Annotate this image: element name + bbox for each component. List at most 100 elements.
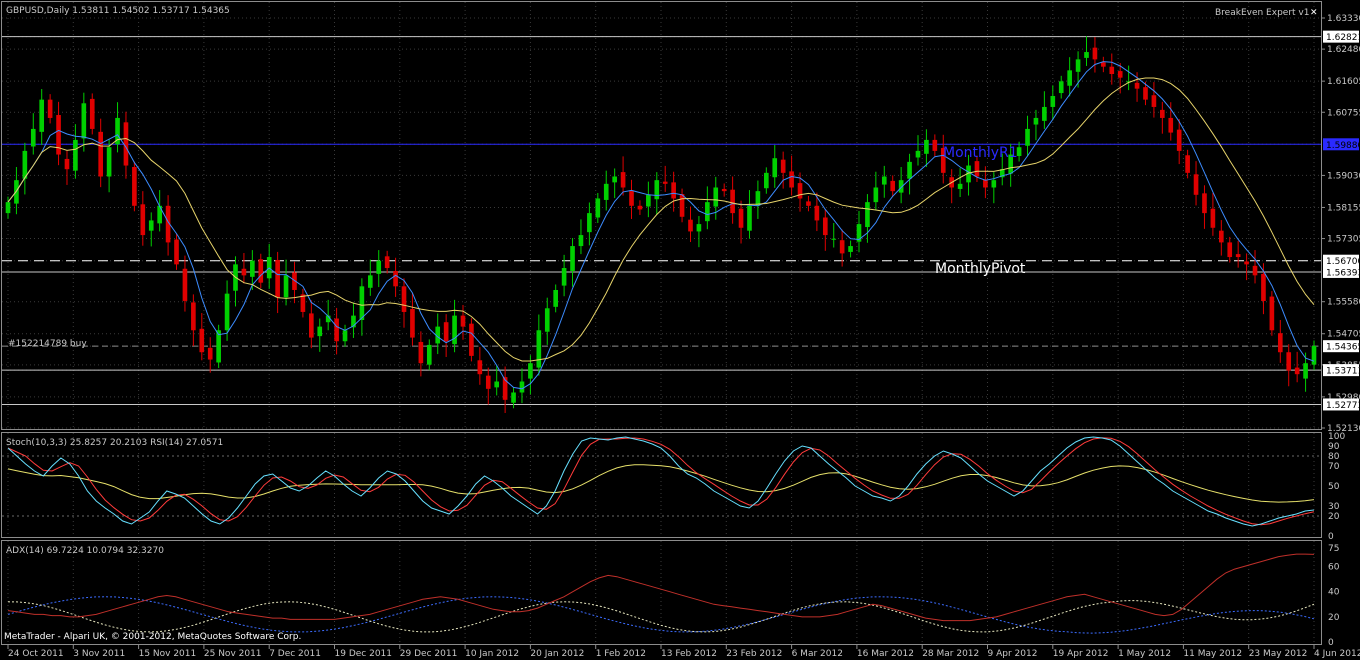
candle-bullish [924, 139, 929, 154]
candle-bullish [907, 161, 912, 179]
time-tick-label: 11 May 2012 [1183, 649, 1242, 659]
candle-bullish [317, 326, 323, 337]
candle-bearish [384, 256, 390, 269]
candle-bearish [932, 139, 938, 151]
time-tick-label: 23 May 2012 [1249, 649, 1308, 659]
candle-bearish [679, 194, 685, 217]
candle-bullish [22, 150, 28, 179]
candle-bearish [241, 268, 247, 276]
candle-bearish [806, 201, 811, 206]
candle-bearish [890, 180, 896, 192]
price-tag-label: 1.56700 [1326, 257, 1360, 267]
stoch-rsi-title: Stoch(10,3,3) 25.8257 20.2103 RSI(14) 27… [6, 438, 223, 448]
monthly-r1-label: MonthlyR1 [943, 145, 1018, 161]
time-tick-label: 20 Jan 2012 [530, 649, 584, 659]
candle-bullish [494, 381, 500, 388]
candle-bearish [89, 98, 95, 129]
candle-bullish [536, 330, 542, 368]
candle-bullish [570, 246, 575, 271]
candle-bearish [1227, 242, 1233, 258]
candle-bearish [1244, 261, 1249, 265]
time-tick-label: 24 Oct 2011 [8, 649, 64, 659]
time-tick-label: 3 Nov 2011 [73, 649, 125, 659]
candle-bearish [275, 259, 280, 298]
time-tick-label: 1 Feb 2012 [596, 649, 646, 659]
candle-bullish [654, 180, 660, 200]
candle-bullish [646, 194, 651, 207]
price-tag-label: 1.59880 [1326, 141, 1360, 151]
candle-bullish [81, 103, 87, 139]
candle-bullish [848, 246, 853, 252]
monthly-pivot-label: MonthlyPivot [935, 261, 1026, 277]
candle-bullish [764, 172, 769, 189]
candle-bearish [393, 270, 398, 287]
candle-bearish [1117, 71, 1123, 78]
candle-bearish [1193, 174, 1199, 195]
candle-bullish [106, 147, 112, 177]
candle-bearish [443, 322, 449, 342]
candle-bearish [1235, 254, 1241, 258]
candle-bullish [519, 381, 525, 393]
candle-bullish [5, 202, 11, 214]
candle-bullish [553, 289, 558, 307]
candle-bullish [696, 224, 702, 232]
close-x-icon[interactable]: ✕ [1310, 8, 1318, 18]
price-tick-label: 1.63330 [1327, 14, 1360, 24]
candle-bearish [789, 171, 794, 188]
stoch-tick-label: 20 [1328, 512, 1340, 522]
time-tick-label: 15 Nov 2011 [139, 649, 197, 659]
time-tick-label: 16 Mar 2012 [857, 649, 914, 659]
candle-bullish [578, 235, 584, 247]
candle-bullish [595, 198, 601, 218]
adx-tick-label: 75 [1328, 544, 1339, 554]
candle-bearish [730, 189, 735, 214]
price-tick-label: 1.62480 [1327, 45, 1360, 55]
candle-bearish [1160, 109, 1165, 118]
candle-bearish [780, 159, 786, 173]
stoch-tick-label: 100 [1328, 432, 1345, 442]
candle-bullish [426, 344, 432, 365]
candle-bearish [1261, 273, 1266, 301]
candle-bearish [1151, 95, 1157, 107]
stoch-tick-label: 0 [1328, 532, 1334, 542]
price-tick-label: 1.59030 [1327, 171, 1360, 181]
candle-bullish [544, 308, 550, 332]
price-tick-label: 1.58155 [1327, 203, 1360, 213]
candle-bearish [174, 239, 179, 265]
stoch-tick-label: 70 [1328, 462, 1340, 472]
candle-bullish [1303, 363, 1308, 379]
candle-bullish [224, 293, 230, 331]
candle-bullish [561, 268, 567, 286]
price-tick-label: 1.57305 [1327, 235, 1360, 245]
candle-bullish [1084, 52, 1089, 58]
candle-bearish [309, 313, 314, 338]
symbol-label: GBPUSD,Daily 1.53811 1.54502 1.53717 1.5… [6, 6, 230, 16]
candle-bullish [603, 183, 609, 200]
candle-bullish [831, 238, 837, 240]
candle-bullish [367, 275, 373, 288]
candle-bearish [410, 309, 415, 338]
adx-tick-label: 0 [1328, 638, 1334, 648]
time-tick-label: 28 Mar 2012 [922, 649, 979, 659]
candle-bearish [797, 183, 803, 199]
candle-bullish [713, 187, 719, 207]
candle-bearish [629, 190, 634, 206]
adx-tick-label: 20 [1328, 613, 1340, 623]
candle-bearish [1294, 367, 1300, 375]
candle-bearish [1218, 230, 1224, 243]
candle-bearish [721, 188, 727, 192]
price-tag-label: 1.56393 [1326, 268, 1360, 278]
candle-bullish [1033, 117, 1039, 125]
time-tick-label: 1 May 2012 [1118, 649, 1171, 659]
time-tick-label: 29 Dec 2011 [400, 649, 458, 659]
time-tick-label: 6 Mar 2012 [792, 649, 843, 659]
candle-bullish [1050, 95, 1056, 107]
candle-bullish [376, 260, 382, 274]
candle-bearish [814, 205, 820, 221]
candle-bullish [30, 128, 36, 147]
candle-bearish [334, 318, 339, 342]
time-tick-label: 19 Dec 2011 [335, 649, 393, 659]
candle-bullish [1025, 128, 1030, 146]
trading-chart[interactable]: 1.63330 1.62821 1.62480 1.61605 1.60755 1.598… [0, 0, 1360, 660]
candle-bullish [1067, 70, 1072, 86]
